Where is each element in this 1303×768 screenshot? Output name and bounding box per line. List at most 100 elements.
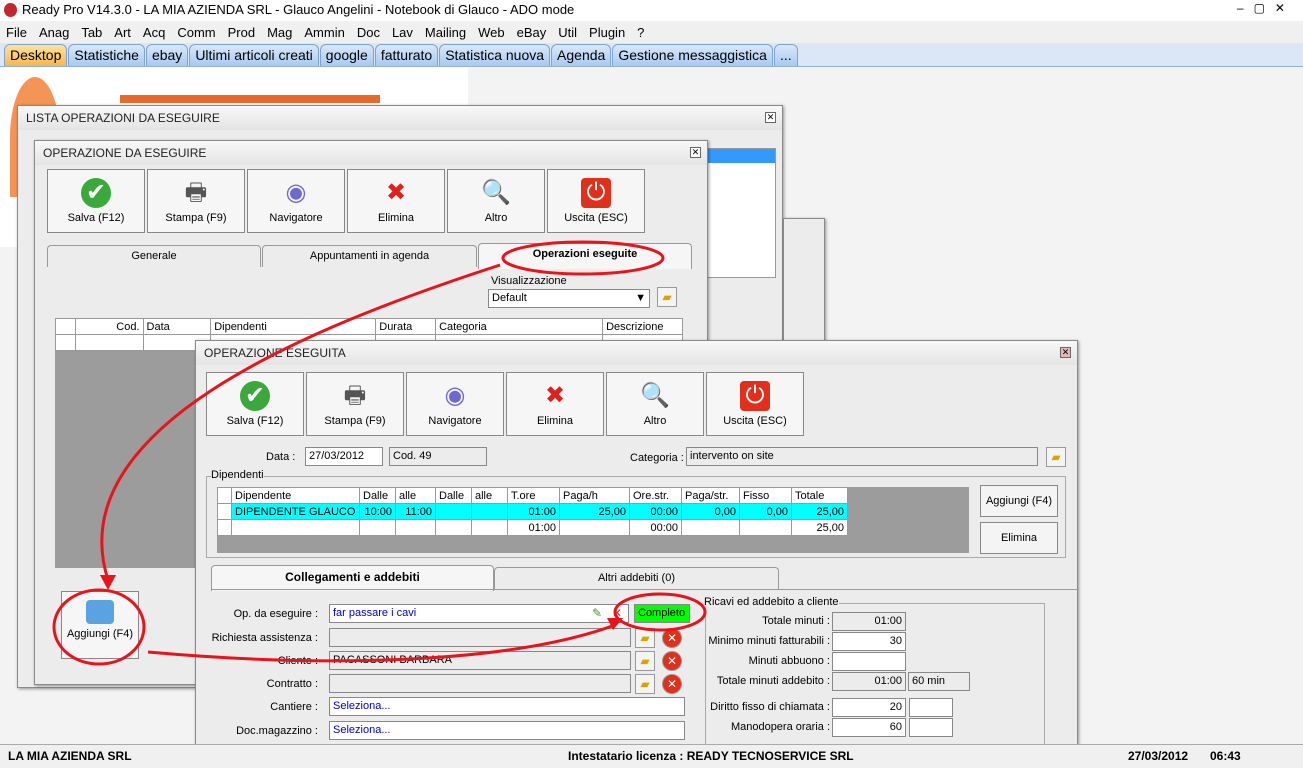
visualizzazione-select[interactable]: Default ▼ [488, 289, 650, 308]
menu-item[interactable]: Comm [177, 25, 215, 40]
column-header[interactable]: Dalle [435, 487, 472, 504]
cantiere-field[interactable]: Seleziona... [329, 697, 685, 716]
menu-item[interactable]: Mag [267, 25, 292, 40]
menu-item[interactable]: Plugin [589, 25, 625, 40]
categoria-field[interactable]: intervento on site [686, 447, 1038, 466]
menu-item[interactable]: Doc [357, 25, 380, 40]
cliente-field[interactable]: PACASSONI BARBARA [329, 651, 631, 670]
richiesta-field[interactable] [329, 628, 631, 647]
menu-item[interactable]: File [6, 25, 27, 40]
menu-item[interactable]: Acq [143, 25, 165, 40]
contratto-field[interactable] [329, 674, 631, 693]
toolbar-button[interactable]: 🔍 Altro [447, 169, 545, 233]
desktop-tab[interactable]: Statistiche [68, 44, 145, 66]
toolbar-button[interactable]: ◉ Navigatore [406, 372, 504, 436]
column-header[interactable]: Paga/str. [681, 487, 740, 504]
tab-generale[interactable]: Generale [47, 245, 261, 267]
toolbar-button[interactable]: ◉ Navigatore [247, 169, 345, 233]
column-header[interactable]: Dipendenti [210, 318, 377, 335]
manodopera-field[interactable]: 60 [832, 718, 906, 737]
window-controls[interactable]: –▢✕ [1237, 1, 1295, 15]
totale_minuti-label: Totale minuti : [762, 615, 830, 627]
aggiungi-button[interactable]: Aggiungi (F4) [61, 591, 139, 659]
close-icon[interactable]: ✕ [765, 112, 776, 123]
desktop-tab[interactable]: fatturato [374, 44, 439, 66]
clear-icon[interactable]: ✕ [662, 674, 682, 694]
clear-icon[interactable]: ✕ [662, 628, 682, 648]
folder-icon[interactable]: ▰ [657, 287, 677, 307]
column-header[interactable]: Paga/h [559, 487, 630, 504]
column-header[interactable]: Ore.str. [629, 487, 682, 504]
diritto-field[interactable]: 20 [832, 698, 906, 717]
menu-item[interactable]: Lav [392, 25, 413, 40]
desktop-tab[interactable]: ebay [145, 44, 189, 66]
folder-icon[interactable]: ▰ [1046, 447, 1066, 467]
column-header[interactable]: Data [142, 318, 212, 335]
table-cell [435, 519, 472, 536]
extra-field[interactable] [909, 698, 953, 717]
toolbar-button[interactable]: ✖ Elimina [506, 372, 604, 436]
folder-icon[interactable]: ▰ [635, 651, 655, 671]
column-header[interactable]: Dalle [359, 487, 396, 504]
menu-item[interactable]: Tab [81, 25, 102, 40]
toolbar-button[interactable]: ⏻ Uscita (ESC) [706, 372, 804, 436]
menu-item[interactable]: eBay [517, 25, 547, 40]
clear-icon[interactable]: ✕ [662, 651, 682, 671]
desktop-tab[interactable]: Gestione messaggistica [612, 44, 773, 66]
tab-collegamenti[interactable]: Collegamenti e addebiti [211, 565, 494, 591]
close-icon[interactable]: ✕ [690, 147, 701, 158]
extra-field[interactable] [909, 718, 953, 737]
table-cell [471, 503, 508, 520]
column-header[interactable]: Descrizione [602, 318, 683, 335]
desktop-tab[interactable]: Ultimi articoli creati [189, 44, 319, 66]
menu-item[interactable]: Anag [39, 25, 69, 40]
column-header[interactable]: alle [395, 487, 436, 504]
folder-icon[interactable]: ▰ [635, 628, 655, 648]
tab-appuntamenti[interactable]: Appuntamenti in agenda [262, 245, 477, 267]
menu-item[interactable]: Prod [228, 25, 255, 40]
tab-operazioni-eseguite[interactable]: Operazioni eseguite [478, 243, 692, 269]
menu-item[interactable]: Mailing [425, 25, 466, 40]
folder-icon[interactable]: ▰ [635, 674, 655, 694]
column-header[interactable]: Cod. [74, 318, 144, 335]
menu-item[interactable]: Ammin [304, 25, 344, 40]
edit-pencil-icon[interactable]: ✎ [592, 606, 602, 620]
column-header[interactable]: T.ore [507, 487, 560, 504]
tab-altri-addebiti[interactable]: Altri addebiti (0) [494, 567, 779, 589]
desktop-tab[interactable]: Statistica nuova [439, 44, 551, 66]
toolbar-button[interactable]: ✔ Salva (F12) [47, 169, 145, 233]
elimina-dipendente-button[interactable]: Elimina [980, 522, 1058, 554]
toolbar-button[interactable]: 🖶 Stampa (F9) [306, 372, 404, 436]
close-icon[interactable]: ✕ [1060, 347, 1071, 358]
docmag-field[interactable]: Seleziona... [329, 721, 685, 740]
toolbar-button[interactable]: 🔍 Altro [606, 372, 704, 436]
minimo-field[interactable]: 30 [832, 632, 906, 651]
window-title: Ready Pro V14.3.0 - LA MIA AZIENDA SRL -… [22, 2, 575, 17]
column-header[interactable]: Durata [375, 318, 437, 335]
op-field[interactable]: far passare i cavi [329, 604, 629, 623]
column-header[interactable]: alle [471, 487, 508, 504]
toolbar-button[interactable]: ⏻ Uscita (ESC) [547, 169, 645, 233]
data-input[interactable]: 27/03/2012 [305, 447, 383, 466]
toolbar-button[interactable]: 🖶 Stampa (F9) [147, 169, 245, 233]
desktop-tab[interactable]: Agenda [551, 44, 612, 66]
menu-item[interactable]: Art [114, 25, 131, 40]
column-header[interactable]: Fisso [739, 487, 792, 504]
column-header[interactable]: Categoria [435, 318, 604, 335]
menu-item[interactable]: Web [478, 25, 505, 40]
menu-item[interactable]: ? [637, 25, 644, 40]
desktop-tab[interactable]: ... [773, 44, 798, 66]
abbuono-field[interactable] [832, 652, 906, 671]
column-header[interactable]: Totale [791, 487, 848, 504]
desktop-tab[interactable]: Desktop [4, 44, 68, 66]
aggiungi-dipendente-button[interactable]: Aggiungi (F4) [980, 485, 1058, 517]
table-row[interactable]: 01:00 00:00 25,00 [217, 519, 848, 536]
clear-icon[interactable]: ✕ [612, 606, 622, 620]
table-cell [435, 503, 472, 520]
toolbar-button[interactable]: ✖ Elimina [347, 169, 445, 233]
toolbar-button[interactable]: ✔ Salva (F12) [206, 372, 304, 436]
menu-item[interactable]: Util [558, 25, 577, 40]
desktop-tab[interactable]: google [319, 44, 374, 66]
column-header[interactable]: Dipendente [231, 487, 360, 504]
table-row[interactable]: DIPENDENTE GLAUCO 10:00 11:00 01:00 25,00 00:… [217, 503, 848, 520]
